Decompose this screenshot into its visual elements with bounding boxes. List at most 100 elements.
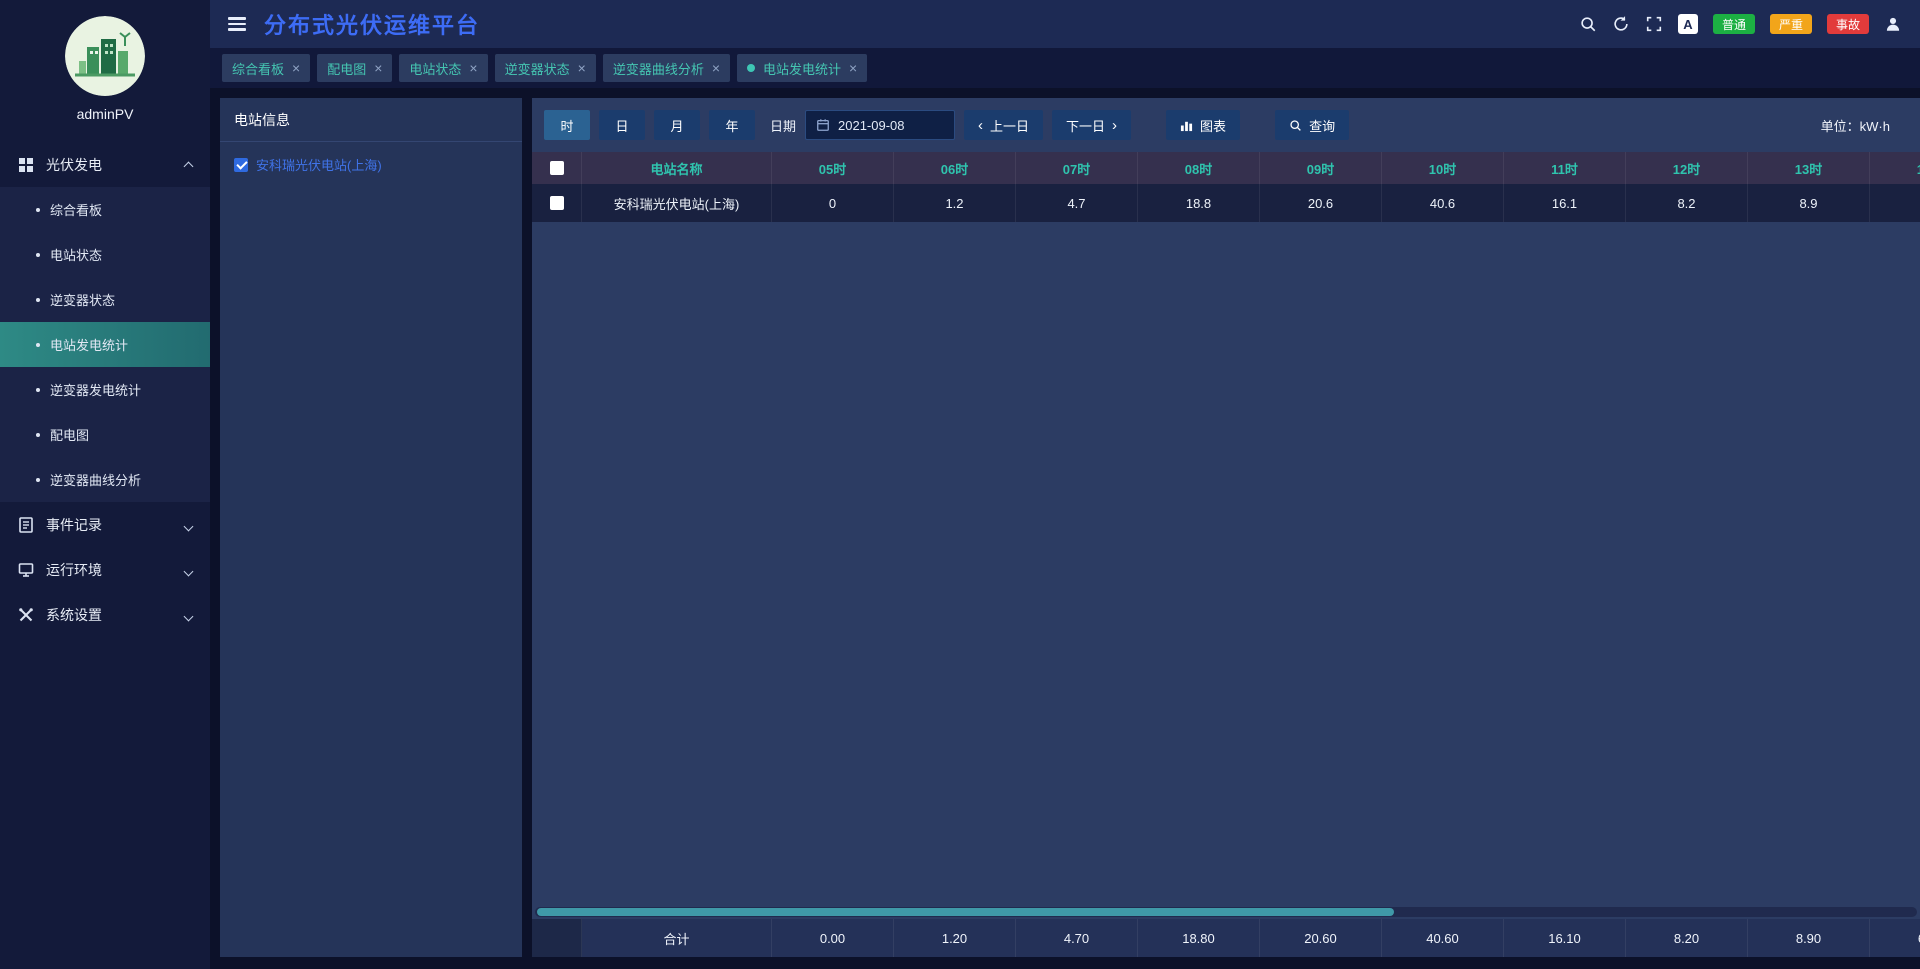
next-day-label: 下一日 [1066,118,1106,134]
value-cell: 18.8 [1138,184,1260,222]
tab-inverter-curve-analysis[interactable]: 逆变器曲线分析 × [602,54,731,82]
query-button-label: 查询 [1309,118,1336,134]
horizontal-scrollbar[interactable] [535,907,1917,917]
search-icon[interactable] [1579,15,1597,33]
tab-close-icon[interactable]: × [292,60,300,76]
column-header-hour: 07时 [1016,152,1138,184]
sidebar-item-station-status[interactable]: 电站状态 [0,232,210,277]
tab-station-energy-stats[interactable]: 电站发电统计 × [737,54,868,82]
total-value-cell: 8.20 [1626,919,1748,957]
username: adminPV [76,106,134,122]
document-icon [18,516,34,533]
column-header-hour: 06时 [894,152,1016,184]
table-empty-space [532,222,1920,907]
tab-label: 综合看板 [232,61,285,77]
sidebar-group-pv-generation[interactable]: 光伏发电 [0,142,210,187]
search-icon [1289,119,1302,132]
sidebar-group-system-settings[interactable]: 系统设置 [0,592,210,637]
grid-icon [18,157,34,173]
sidebar-item-label: 配电图 [50,428,90,443]
column-header-hour: 09时 [1260,152,1382,184]
calendar-icon [816,118,830,132]
station-checkbox[interactable] [234,157,248,172]
row-select-cell [532,184,582,222]
tab-distribution-diagram[interactable]: 配电图 × [317,54,393,82]
logo-area: adminPV [0,0,210,136]
translate-icon[interactable]: A [1677,14,1698,34]
sidebar-item-inverter-status[interactable]: 逆变器状态 [0,277,210,322]
value-cell: 0 [772,184,894,222]
station-tree-item[interactable]: 安科瑞光伏电站(上海) [220,142,522,187]
topbar: 分布式光伏运维平台 A 普通 严重 事故 [210,0,1920,48]
bullet-icon [36,342,40,347]
monitor-icon [18,562,34,578]
sidebar-item-distribution-diagram[interactable]: 配电图 [0,412,210,457]
app-logo [65,16,145,96]
sidebar-menu: 光伏发电 综合看板 电站状态 逆变器状态 电站发电统计 逆变器发电统计 配电图 … [0,142,210,637]
sidebar-item-inverter-curve-analysis[interactable]: 逆变器曲线分析 [0,457,210,502]
bullet-icon [36,477,40,482]
row-checkbox[interactable] [549,196,564,210]
fullscreen-icon[interactable] [1645,15,1663,33]
chevron-left-icon: ‹ [978,116,984,134]
sidebar-group-runtime-environment[interactable]: 运行环境 [0,547,210,592]
total-value-cell: 20.60 [1260,919,1382,957]
value-cell: 8.2 [1626,184,1748,222]
sidebar-group-label: 光伏发电 [46,156,102,173]
station-panel-title: 电站信息 [220,98,522,142]
prev-day-label: 上一日 [990,118,1030,134]
sidebar-group-label: 运行环境 [46,561,102,578]
scrollbar-thumb[interactable] [537,908,1394,916]
tab-close-icon[interactable]: × [578,60,586,76]
sidebar-item-station-energy-stats[interactable]: 电站发电统计 [0,322,210,367]
sidebar-group-event-records[interactable]: 事件记录 [0,502,210,547]
total-corner-cell [532,919,582,957]
value-cell: 16.1 [1504,184,1626,222]
period-month-button[interactable]: 月 [654,110,700,140]
menu-toggle-icon[interactable] [228,17,246,31]
alarm-badge-accident[interactable]: 事故 [1826,14,1869,34]
table-row[interactable]: 安科瑞光伏电站(上海) 0 1.2 4.7 18.8 20.6 40.6 16.… [532,184,1920,222]
alarm-badge-severe[interactable]: 严重 [1769,14,1812,34]
tab-close-icon[interactable]: × [469,60,477,76]
tab-dashboard[interactable]: 综合看板 × [222,54,311,82]
tab-close-icon[interactable]: × [849,60,857,76]
date-picker[interactable]: 2021-09-08 [805,110,956,140]
value-cell: 40.6 [1382,184,1504,222]
bar-chart-icon [1180,119,1193,132]
user-icon[interactable] [1884,15,1902,33]
total-value-cell: 1.20 [894,919,1016,957]
tab-close-icon[interactable]: × [374,60,382,76]
prev-day-button[interactable]: ‹ 上一日 [964,110,1044,140]
sidebar-item-dashboard[interactable]: 综合看板 [0,187,210,232]
column-header-hour: 10时 [1382,152,1504,184]
tab-station-status[interactable]: 电站状态 × [399,54,488,82]
tab-inverter-status[interactable]: 逆变器状态 × [494,54,596,82]
alarm-badge-normal[interactable]: 普通 [1712,14,1755,34]
total-label-cell: 合计 [582,919,772,957]
bullet-icon [36,207,40,212]
period-hour-button[interactable]: 时 [544,110,590,140]
tab-label: 电站状态 [409,61,462,77]
pv-submenu: 综合看板 电站状态 逆变器状态 电站发电统计 逆变器发电统计 配电图 逆变器曲线… [0,187,210,502]
chart-view-button[interactable]: 图表 [1166,110,1241,140]
refresh-icon[interactable] [1612,15,1630,33]
tab-close-icon[interactable]: × [712,60,720,76]
sidebar-item-inverter-energy-stats[interactable]: 逆变器发电统计 [0,367,210,412]
station-name-cell: 安科瑞光伏电站(上海) [582,184,772,222]
select-all-checkbox[interactable] [549,161,564,175]
toolbar: 时 日 月 年 日期 2021-09-08 ‹ 上一日 下一日 › 图表 查询 … [532,98,1920,152]
query-button[interactable]: 查询 [1275,110,1350,140]
total-value-cell: 8.90 [1748,919,1870,957]
value-cell: 1.2 [894,184,1016,222]
bullet-icon [36,297,40,302]
period-day-button[interactable]: 日 [599,110,645,140]
total-value-cell: 0.00 [772,919,894,957]
period-year-button[interactable]: 年 [709,110,755,140]
total-value-cell: 16.10 [1504,919,1626,957]
date-label: 日期 [770,118,797,134]
date-value: 2021-09-08 [838,117,905,133]
table-header-row: 电站名称 05时 06时 07时 08时 09时 10时 11时 12时 13时… [532,152,1920,184]
next-day-button[interactable]: 下一日 › [1052,110,1132,140]
tools-icon [18,607,34,623]
